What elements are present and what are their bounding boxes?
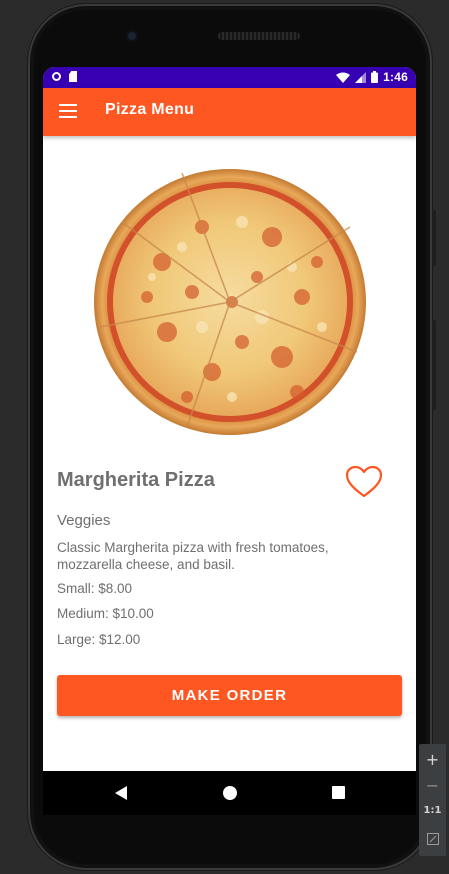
- price-small: Small: $8.00: [57, 581, 133, 596]
- front-camera: [126, 30, 138, 42]
- home-icon[interactable]: [223, 786, 237, 800]
- power-button[interactable]: [432, 320, 436, 410]
- recents-icon[interactable]: [332, 786, 345, 799]
- app-title: Pizza Menu: [105, 101, 195, 118]
- heart-outline-icon[interactable]: [345, 465, 383, 499]
- wifi-icon: [336, 72, 351, 83]
- status-time: 1:46: [383, 70, 408, 84]
- battery-icon: [371, 71, 379, 83]
- product-title: Margherita Pizza: [57, 469, 215, 491]
- zoom-in-button[interactable]: +: [419, 750, 446, 769]
- volume-button[interactable]: [432, 210, 436, 266]
- hamburger-menu-icon[interactable]: [59, 104, 77, 118]
- actual-size-button[interactable]: 1:1: [419, 805, 446, 816]
- sd-card-icon: [69, 71, 77, 82]
- circle-notification-icon: [52, 72, 61, 81]
- product-category: Veggies: [57, 512, 111, 529]
- signal-icon: [355, 71, 367, 83]
- product-description: Classic Margherita pizza with fresh toma…: [57, 540, 329, 572]
- pizza-image: [92, 167, 368, 437]
- navigation-bar: [43, 771, 416, 815]
- earpiece-speaker: [218, 32, 300, 40]
- price-medium: Medium: $10.00: [57, 606, 154, 621]
- emulator-toolbar: + − 1:1: [419, 744, 446, 856]
- fit-screen-icon[interactable]: [419, 830, 446, 849]
- app-bar: Pizza Menu: [43, 88, 416, 136]
- back-icon[interactable]: [115, 786, 127, 800]
- app-screen: 1:46 Pizza Menu Margherita Pizza Veggies…: [43, 67, 416, 771]
- zoom-out-button[interactable]: −: [419, 776, 446, 795]
- price-large: Large: $12.00: [57, 632, 141, 647]
- status-bar: 1:46: [43, 67, 416, 88]
- make-order-button[interactable]: MAKE ORDER: [57, 675, 402, 716]
